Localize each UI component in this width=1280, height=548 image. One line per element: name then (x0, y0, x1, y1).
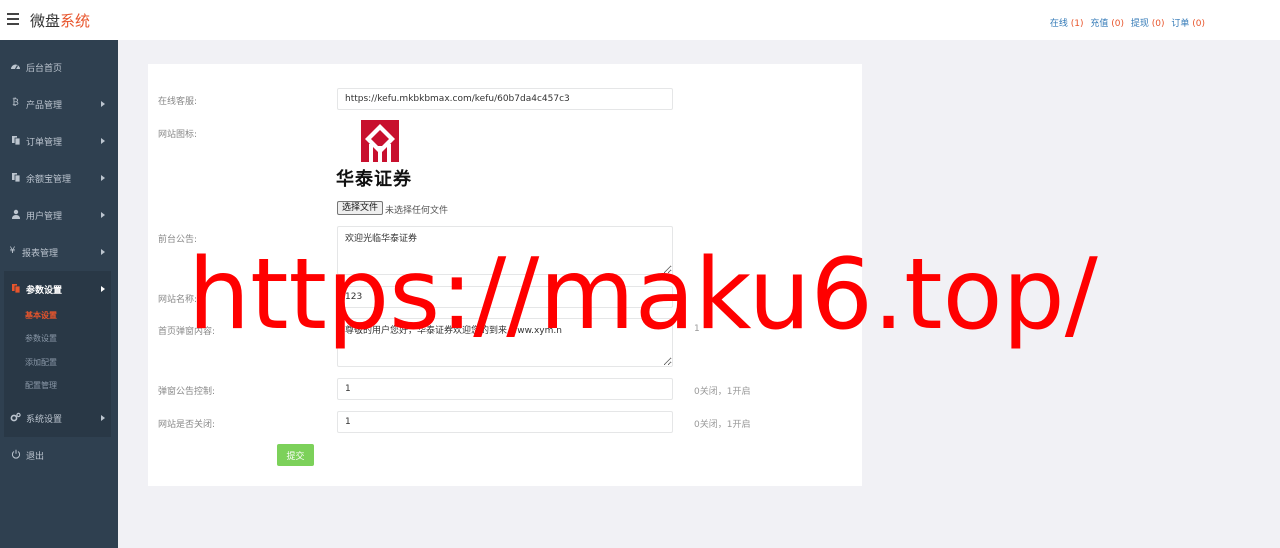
site-close-hint: 0关闭，1开启 (694, 420, 751, 430)
submenu-config-manage[interactable]: 配置管理 (25, 380, 57, 391)
sidebar-item-params[interactable]: 参数设置 (0, 278, 118, 300)
site-name-label: 网站名称: (158, 295, 198, 305)
site-logo: 华泰证券 (336, 120, 426, 190)
site-close-label: 网站是否关闭: (158, 420, 216, 430)
popup-content-textarea[interactable] (337, 318, 673, 367)
caret-right-icon (101, 101, 105, 107)
user-icon (10, 209, 21, 220)
site-icon-label: 网站图标: (158, 130, 198, 140)
kefu-input[interactable] (337, 88, 673, 110)
power-icon (10, 449, 21, 460)
notice-label: 前台公告: (158, 235, 198, 245)
popup-control-label: 弹窗公告控制: (158, 387, 216, 397)
sidebar: 后台首页 ₿ 产品管理 订单管理 余额宝管理 用户管理 ¥ 报表管理 参数设置 … (0, 40, 118, 548)
settings-form-card: 在线客服: 网站图标: 华泰证券 选择文件 未选择任何文件 前台公告: 网站名称… (148, 64, 862, 486)
submenu-basic-settings[interactable]: 基本设置 (25, 310, 57, 321)
top-stats: 在线 (1) 充值 (0) 提现 (0) 订单 (0) (1046, 16, 1205, 29)
caret-right-icon (101, 138, 105, 144)
submenu-param-settings[interactable]: 参数设置 (25, 333, 57, 344)
file-status-text: 未选择任何文件 (385, 206, 449, 216)
copy-icon (10, 283, 21, 294)
gears-icon (10, 412, 21, 423)
copy-icon (10, 172, 21, 183)
kefu-label: 在线客服: (158, 97, 198, 107)
brand-accent-text: 系统 (60, 12, 91, 30)
caret-right-icon (101, 286, 105, 292)
huatai-logo-icon (361, 120, 399, 162)
stat-online[interactable]: 在线 (1) (1050, 19, 1084, 29)
sidebar-item-logout[interactable]: 退出 (0, 444, 118, 466)
submit-button[interactable]: 提交 (277, 444, 314, 466)
sidebar-item-orders[interactable]: 订单管理 (0, 130, 118, 152)
sidebar-item-users[interactable]: 用户管理 (0, 204, 118, 226)
sidebar-item-reports[interactable]: ¥ 报表管理 (0, 241, 118, 263)
sidebar-item-dashboard[interactable]: 后台首页 (0, 56, 118, 78)
copy-icon (10, 135, 21, 146)
notice-textarea[interactable] (337, 226, 673, 275)
sidebar-item-products[interactable]: ₿ 产品管理 (0, 93, 118, 115)
logo-text: 华泰证券 (336, 169, 412, 190)
bitcoin-icon: ₿ (12, 98, 19, 108)
stat-withdraw[interactable]: 提现 (0) (1131, 19, 1165, 29)
caret-right-icon (101, 212, 105, 218)
caret-right-icon (101, 249, 105, 255)
stat-recharge[interactable]: 充值 (0) (1090, 19, 1124, 29)
popup-content-hint: 1 (694, 324, 700, 334)
hamburger-menu-icon[interactable] (7, 13, 19, 25)
site-name-input[interactable] (337, 286, 673, 308)
submenu-add-config[interactable]: 添加配置 (25, 357, 57, 368)
sidebar-item-yuebao[interactable]: 余额宝管理 (0, 167, 118, 189)
brand-logo: 微盘系统 (30, 10, 90, 31)
brand-main-text: 微盘 (30, 12, 61, 30)
dashboard-icon (10, 61, 21, 72)
caret-right-icon (101, 415, 105, 421)
popup-content-label: 首页弹窗内容: (158, 327, 216, 337)
caret-right-icon (101, 175, 105, 181)
stat-orders[interactable]: 订单 (0) (1171, 19, 1205, 29)
top-header: 微盘系统 在线 (1) 充值 (0) 提现 (0) 订单 (0) (0, 0, 1280, 40)
popup-control-hint: 0关闭，1开启 (694, 387, 751, 397)
site-close-input[interactable] (337, 411, 673, 433)
yen-icon: ¥ (9, 246, 16, 256)
sidebar-item-system[interactable]: 系统设置 (0, 407, 118, 429)
choose-file-button[interactable]: 选择文件 (337, 201, 384, 215)
popup-control-input[interactable] (337, 378, 673, 400)
